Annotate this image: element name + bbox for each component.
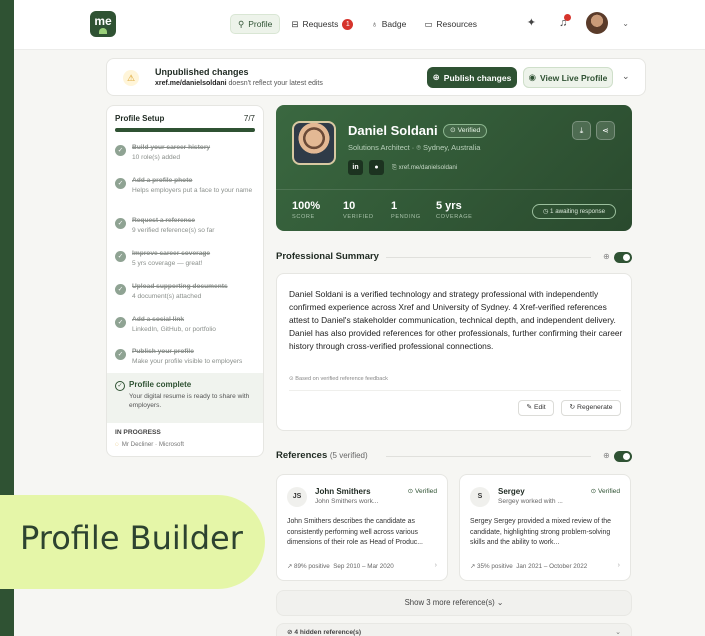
regenerate-button[interactable]: ↻ Regenerate	[561, 400, 621, 416]
reference-avatar: S	[470, 487, 490, 507]
in-progress-item[interactable]: ◌ Mr Decliner · Microsoft	[115, 441, 184, 448]
chevron-down-icon[interactable]: ⌄	[622, 71, 630, 82]
tab-badge[interactable]: ♁ Badge	[364, 14, 413, 34]
chevron-down-icon[interactable]: ⌄	[622, 19, 629, 28]
globe-icon: ⊕	[603, 451, 610, 460]
edit-button[interactable]: ✎ Edit	[518, 400, 554, 416]
inbox-icon: ⊟	[291, 18, 299, 29]
linkedin-icon[interactable]: in	[348, 160, 363, 175]
summary-visibility-toggle[interactable]	[614, 252, 632, 263]
check-icon: ✓	[115, 349, 126, 360]
leaf-icon	[99, 28, 107, 34]
person-icon: ⚲	[238, 18, 245, 29]
social-links: in ● ⎘ xref.me/danielsoldani	[348, 160, 457, 175]
setup-count: 7/7	[243, 114, 255, 123]
stat-pending: 1 PENDING	[391, 200, 421, 220]
summary-card: Daniel Soldani is a verified technology …	[276, 273, 632, 431]
profile-complete-box: ✓ Profile complete Your digital resume i…	[107, 373, 263, 423]
show-more-button[interactable]: Show 3 more reference(s) ⌄	[276, 590, 632, 616]
eye-icon: ◉	[528, 72, 536, 82]
folder-icon: ▭	[424, 18, 433, 29]
check-icon: ✓	[115, 317, 126, 328]
progress-fill	[115, 128, 255, 132]
profile-name: Daniel Soldani	[348, 123, 438, 138]
references-visibility-toggle[interactable]	[614, 451, 632, 462]
profile-url[interactable]: ⎘ xref.me/danielsoldani	[392, 164, 457, 172]
check-icon: ✓	[115, 284, 126, 295]
profile-photo[interactable]	[292, 121, 336, 165]
divider	[386, 456, 591, 457]
logo[interactable]: me	[90, 11, 116, 37]
chevron-right-icon[interactable]: ›	[435, 562, 437, 569]
chevron-right-icon[interactable]: ›	[618, 562, 620, 569]
divider	[289, 390, 621, 391]
requests-badge: 1	[342, 18, 354, 30]
chevron-down-icon[interactable]: ⌄	[615, 628, 621, 636]
profile-setup-panel: Profile Setup 7/7 ✓ Build your career his…	[106, 105, 264, 457]
banner-title: Unpublished changes	[155, 67, 249, 77]
eye-off-icon: ⊘	[287, 629, 293, 636]
tab-profile[interactable]: ⚲ Profile	[230, 14, 281, 34]
spinner-icon: ◌	[115, 441, 119, 448]
publish-button[interactable]: ⊕ Publish changes	[427, 67, 517, 88]
banner-subtitle: xref.me/danielsoldani doesn't reflect yo…	[155, 80, 323, 87]
check-icon: ✓	[115, 218, 126, 229]
sparkle-icon[interactable]: ✦	[522, 14, 540, 32]
stat-verified: 10 VERIFIED	[343, 200, 374, 220]
nav-right: ✦ ♫ ⌄	[522, 12, 629, 34]
github-icon[interactable]: ●	[369, 160, 384, 175]
verified-badge: ⊙ Verified	[590, 488, 620, 495]
reference-card[interactable]: JS John Smithers John Smithers work... ⊙…	[276, 474, 448, 581]
top-nav: me ⚲ Profile ⊟ Requests 1 ♁ Badge ▭ Resources…	[14, 0, 705, 50]
check-icon: ✓	[115, 251, 126, 262]
setup-progress-bar	[115, 128, 255, 132]
check-icon: ✓	[115, 178, 126, 189]
globe-icon: ⊕	[603, 252, 610, 261]
unpublished-banner: ⚠ Unpublished changes xref.me/danielsold…	[106, 58, 646, 96]
globe-icon: ⊕	[432, 72, 440, 82]
badge-icon: ♁	[371, 19, 378, 29]
verified-badge: ⊙ Verified	[443, 124, 488, 138]
nav-tabs: ⚲ Profile ⊟ Requests 1 ♁ Badge ▭ Resources	[230, 14, 484, 36]
summary-text: Daniel Soldani is a verified technology …	[289, 289, 623, 351]
profile-builder-label: Profile Builder	[0, 495, 265, 589]
check-icon: ✓	[115, 145, 126, 156]
summary-note: ⊙ Based on verified reference feedback	[289, 376, 388, 382]
bell-icon[interactable]: ♫	[554, 14, 572, 32]
download-icon[interactable]: ⤓	[572, 121, 591, 140]
divider	[386, 257, 591, 258]
avatar[interactable]	[586, 12, 609, 34]
references-title: References (5 verified)	[276, 450, 374, 461]
share-icon[interactable]: ⋖	[596, 121, 615, 140]
reference-card[interactable]: S Sergey Sergey worked with ... ⊙ Verifi…	[459, 474, 631, 581]
tab-resources[interactable]: ▭ Resources	[417, 14, 484, 34]
check-circle-icon: ✓	[115, 381, 125, 391]
summary-title: Professional Summary	[276, 251, 385, 262]
verified-badge: ⊙ Verified	[407, 488, 437, 495]
stat-score: 100% SCORE	[292, 200, 321, 220]
notification-dot	[564, 14, 572, 21]
warning-icon: ⚠	[123, 70, 139, 86]
in-progress-title: IN PROGRESS	[115, 429, 161, 436]
divider	[276, 189, 632, 190]
profile-role: Solutions Architect · ⌾ Sydney, Australi…	[348, 143, 481, 152]
tab-requests[interactable]: ⊟ Requests 1	[284, 14, 360, 34]
awaiting-response-pill[interactable]: ◷ 1 awaiting response	[532, 204, 616, 219]
references-header: References (5 verified) ⊕	[276, 450, 632, 464]
reference-avatar: JS	[287, 487, 307, 507]
summary-header: Professional Summary ⊕	[276, 251, 632, 265]
stat-coverage: 5 yrs COVERAGE	[436, 200, 473, 220]
hidden-references-row[interactable]: ⊘ 4 hidden reference(s) ⌄	[276, 623, 632, 636]
location-pin-icon: ⌾	[416, 143, 421, 152]
setup-title: Profile Setup	[115, 114, 165, 123]
profile-card: Daniel Soldani ⊙ Verified Solutions Arch…	[276, 105, 632, 231]
view-live-button[interactable]: ◉ View Live Profile	[523, 67, 613, 88]
